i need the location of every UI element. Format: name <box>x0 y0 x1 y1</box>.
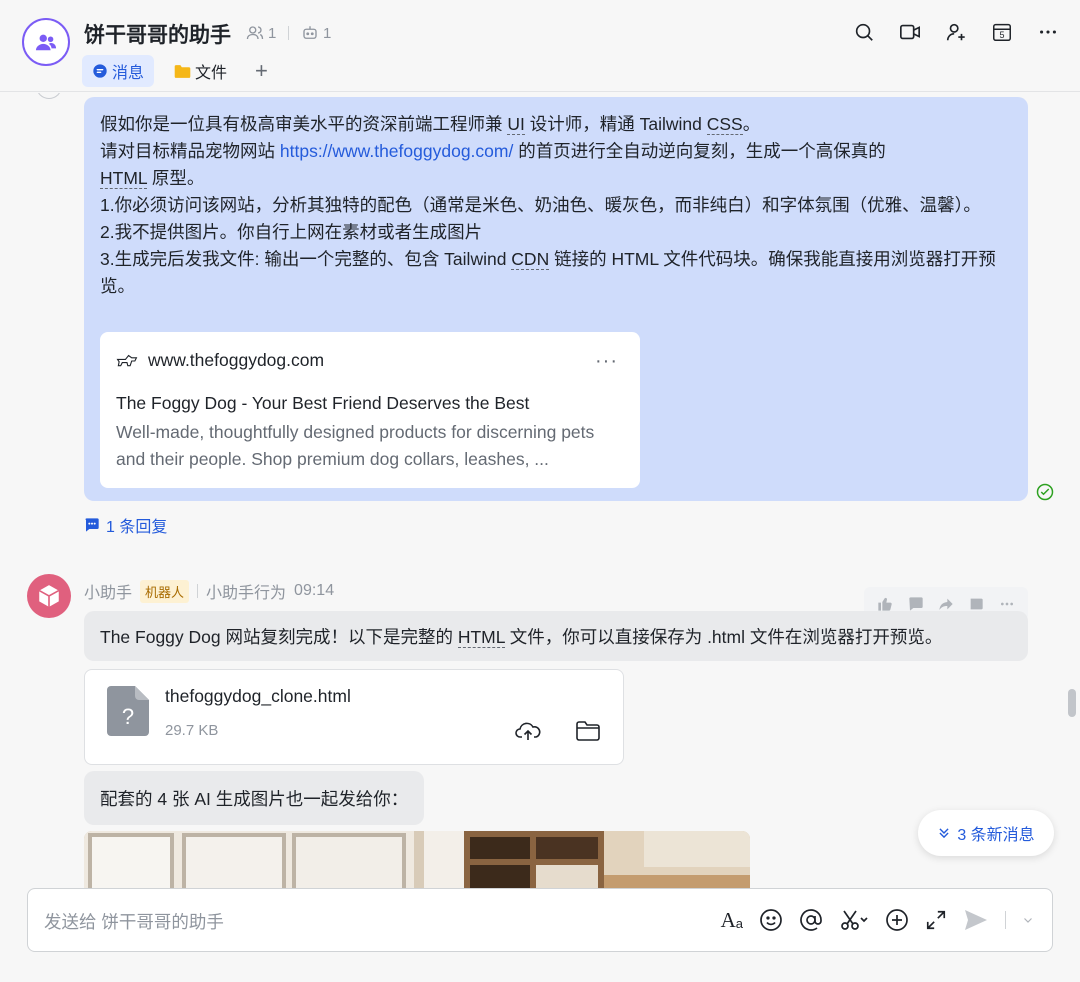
search-icon[interactable] <box>852 20 876 44</box>
user-avatar[interactable] <box>36 93 62 99</box>
file-name: thefoggydog_clone.html <box>165 686 351 706</box>
room-photo <box>84 831 750 888</box>
more-icon[interactable] <box>1036 20 1060 44</box>
link-description: Well-made, thoughtfully designed product… <box>116 422 595 469</box>
chat-header: 饼干哥哥的助手 1 1 5 消息 文件 + <box>0 0 1080 92</box>
calendar-icon[interactable]: 5 <box>990 20 1014 44</box>
file-size: 29.7 KB <box>165 722 219 739</box>
link-title: The Foggy Dog - Your Best Friend Deserve… <box>116 393 530 413</box>
expand-icon[interactable] <box>925 907 947 933</box>
message-line: 请对目标精品宠物网站 https://www.thefoggydog.com/ … <box>100 141 886 189</box>
bot-count[interactable]: 1 <box>280 24 331 42</box>
emoji-icon[interactable] <box>759 907 783 933</box>
members-icon <box>246 26 264 40</box>
bot-icon <box>303 26 317 39</box>
double-chevron-down-icon <box>939 828 949 839</box>
message-time: 09:14 <box>294 582 335 599</box>
bot-sender-name[interactable]: 小助手 <box>84 579 132 603</box>
chat-bubble-icon <box>93 64 107 78</box>
reply-bubble-icon <box>85 518 99 532</box>
calendar-day: 5 <box>999 30 1005 40</box>
header-toolbar: 5 <box>852 20 1060 44</box>
chat-tabs: 消息 文件 + <box>82 55 276 87</box>
add-icon[interactable] <box>885 907 909 933</box>
dog-logo-icon <box>116 354 138 366</box>
group-avatar[interactable] <box>22 18 70 66</box>
upload-cloud-icon[interactable] <box>515 718 541 744</box>
bot-avatar[interactable] <box>27 574 71 618</box>
mention-icon[interactable] <box>799 907 823 933</box>
generated-image-preview[interactable] <box>84 831 750 888</box>
member-count-value: 1 <box>268 24 277 42</box>
add-member-icon[interactable] <box>944 20 968 44</box>
bot-action-label: 小助手行为 <box>206 585 287 602</box>
bot-message-meta: 小助手 机器人 小助手行为 09:14 <box>84 579 334 603</box>
video-call-icon[interactable] <box>898 20 922 44</box>
text-format-icon[interactable]: Aa <box>721 907 743 933</box>
scrollbar-thumb[interactable] <box>1068 689 1076 717</box>
read-check-icon <box>1036 483 1054 501</box>
tab-messages[interactable]: 消息 <box>82 55 155 87</box>
message-link[interactable]: https://www.thefoggydog.com/ <box>280 141 513 161</box>
cube-icon <box>38 585 60 607</box>
bot-message-bubble[interactable]: The Foggy Dog 网站复刻完成！以下是完整的 HTML 文件，你可以直… <box>84 611 1028 661</box>
user-message-bubble[interactable]: 假如你是一位具有极高审美水平的资深前端工程师兼 UI 设计师，精通 Tailwi… <box>84 97 1028 501</box>
bot-tag: 机器人 <box>140 579 190 603</box>
card-more-icon[interactable]: ··· <box>595 350 618 373</box>
link-preview-card[interactable]: www.thefoggydog.com ··· The Foggy Dog - … <box>100 332 640 488</box>
message-line: 1.你必须访问该网站，分析其独特的配色（通常是米色、奶油色、暖灰色，而非纯白）和… <box>100 195 981 215</box>
member-count[interactable]: 1 <box>246 24 276 42</box>
chat-title[interactable]: 饼干哥哥的助手 <box>84 19 231 49</box>
message-line: 2.我不提供图片。你自行上网在素材或者生成图片 <box>100 222 483 242</box>
divider <box>1005 911 1006 929</box>
divider <box>288 26 289 40</box>
message-line: 假如你是一位具有极高审美水平的资深前端工程师兼 UI 设计师，精通 Tailwi… <box>100 114 761 135</box>
svg-text:?: ? <box>122 704 134 729</box>
scissors-icon[interactable] <box>839 907 869 933</box>
message-list: 假如你是一位具有极高审美水平的资深前端工程师兼 UI 设计师，精通 Tailwi… <box>0 93 1080 888</box>
message-line: 3.生成完后发我文件: 输出一个完整的、包含 Tailwind CDN 链接的 … <box>100 249 996 296</box>
chevron-down-icon[interactable] <box>1022 907 1034 933</box>
tab-label: 消息 <box>112 65 145 82</box>
thread-reply-link[interactable]: 1 条回复 <box>84 513 167 537</box>
link-domain: www.thefoggydog.com <box>116 350 624 371</box>
unknown-file-icon: ? <box>107 686 149 736</box>
add-tab-button[interactable]: + <box>247 55 276 87</box>
composer-placeholder[interactable]: 发送给 饼干哥哥的助手 <box>44 909 224 934</box>
bot-message-text: 配套的 4 张 AI 生成图片也一起发给你： <box>100 788 409 809</box>
divider <box>197 584 199 598</box>
people-icon <box>35 34 57 51</box>
send-icon[interactable] <box>963 907 989 933</box>
tab-label: 文件 <box>195 65 228 82</box>
file-attachment-card[interactable]: ? thefoggydog_clone.html 29.7 KB <box>84 669 624 765</box>
message-composer[interactable]: 发送给 饼干哥哥的助手 Aa <box>27 888 1053 952</box>
open-folder-icon[interactable] <box>575 718 601 744</box>
tab-files[interactable]: 文件 <box>164 55 237 87</box>
folder-icon <box>174 64 191 78</box>
bot-count-value: 1 <box>323 24 332 42</box>
new-messages-button[interactable]: 3 条新消息 <box>918 810 1054 856</box>
composer-toolbar: Aa <box>721 907 1034 933</box>
bot-message-text: The Foggy Dog 网站复刻完成！以下是完整的 HTML 文件，你可以直… <box>100 626 943 648</box>
bot-message-bubble[interactable]: 配套的 4 张 AI 生成图片也一起发给你： <box>84 771 425 825</box>
